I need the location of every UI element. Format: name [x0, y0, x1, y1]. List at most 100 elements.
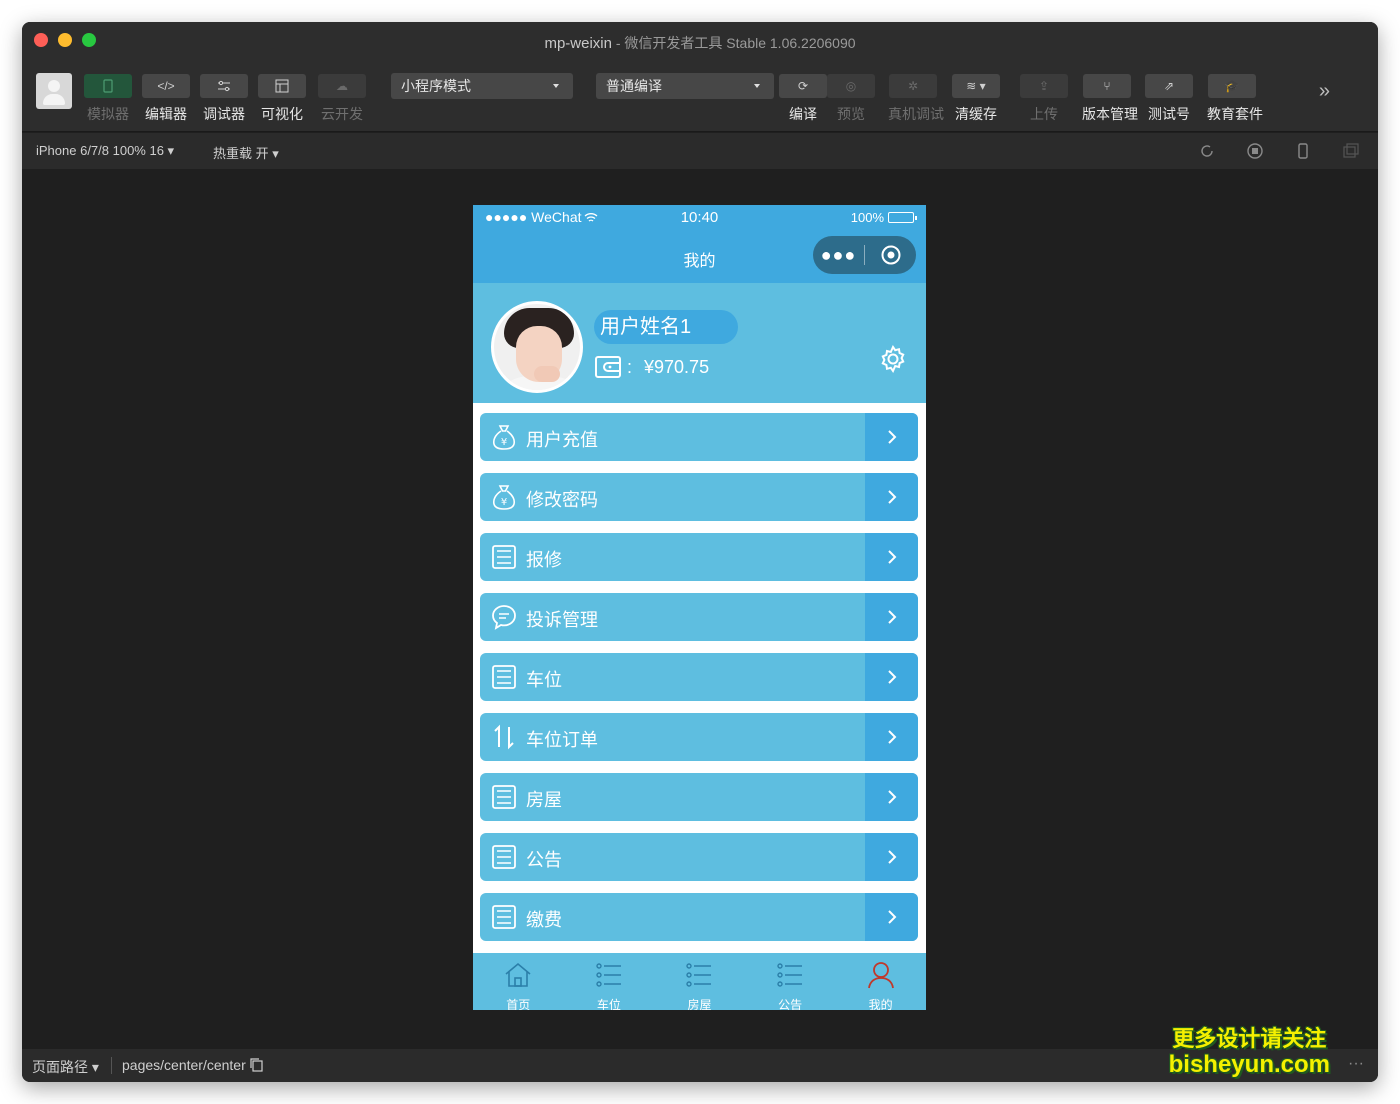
- svg-text:¥: ¥: [501, 497, 507, 508]
- tab-announcements[interactable]: 公告: [745, 953, 836, 1010]
- page-route: pages/center/center: [122, 1057, 264, 1073]
- cloud-icon: ☁: [318, 74, 366, 98]
- wallet-icon: [595, 356, 621, 378]
- menu-item-parking[interactable]: 车位: [480, 653, 918, 701]
- bottom-tab-bar: 首页 车位 房屋 公告 我的: [473, 953, 926, 1010]
- tab-home[interactable]: 首页: [473, 953, 564, 1010]
- battery-icon: [888, 212, 917, 223]
- username-label: 用户姓名1: [594, 310, 738, 344]
- menu-item-complaints[interactable]: 投诉管理: [480, 593, 918, 641]
- bug-icon: ✲: [889, 74, 937, 98]
- close-target-icon[interactable]: [865, 244, 916, 266]
- stop-icon[interactable]: [1246, 142, 1264, 160]
- eye-icon: ◎: [827, 74, 875, 98]
- external-link-icon: ⇗: [1145, 74, 1193, 98]
- chevron-right-icon: [865, 893, 918, 941]
- chevron-right-icon: [865, 473, 918, 521]
- window-detach-icon[interactable]: [1342, 142, 1360, 160]
- rotate-icon[interactable]: [1198, 142, 1216, 160]
- menu-item-announcements[interactable]: 公告: [480, 833, 918, 881]
- debugger-button[interactable]: 调试器: [199, 74, 249, 124]
- home-icon: [505, 962, 531, 987]
- menu-item-change-password[interactable]: ¥ 修改密码: [480, 473, 918, 521]
- sliders-icon: [200, 74, 248, 98]
- chat-bubble-icon: [492, 605, 516, 630]
- profile-header: 用户姓名1 : ¥970.75: [473, 283, 926, 403]
- user-avatar[interactable]: [491, 301, 583, 393]
- route-label-select[interactable]: 页面路径 ▾: [32, 1057, 99, 1077]
- simulator-button[interactable]: 模拟器: [83, 74, 133, 124]
- window-title: mp-weixin - 微信开发者工具 Stable 1.06.2206090: [544, 35, 856, 52]
- layers-icon: ≋ ▾: [952, 74, 1000, 98]
- battery-indicator: 100%: [851, 210, 917, 225]
- tab-housing[interactable]: 房屋: [654, 953, 745, 1010]
- menu-item-housing[interactable]: 房屋: [480, 773, 918, 821]
- tab-me[interactable]: 我的: [835, 953, 926, 1010]
- preview-button[interactable]: ◎ 预览: [826, 74, 876, 124]
- phone-status-bar: ●●●●● WeChat 10:40 100%: [473, 205, 926, 231]
- simulator-subbar: iPhone 6/7/8 100% 16 ▾ 热重载 开 ▾: [22, 133, 1378, 169]
- clear-cache-button[interactable]: ≋ ▾ 清缓存: [951, 74, 1001, 124]
- compile-button[interactable]: ⟳ 编译: [778, 74, 828, 124]
- list-icon: [596, 963, 621, 987]
- menu-item-payments[interactable]: 缴费: [480, 893, 918, 941]
- phone-screen: ●●●●● WeChat 10:40 100% 我的 ●●● 用户姓名1: ¥…: [473, 205, 926, 1010]
- title-bar: mp-weixin - 微信开发者工具 Stable 1.06.2206090: [22, 22, 1378, 60]
- list-icon: [777, 963, 803, 987]
- caret-down-icon: [553, 84, 559, 88]
- balance-row: : ¥970.75: [594, 355, 709, 379]
- device-select[interactable]: iPhone 6/7/8 100% 16 ▾: [36, 143, 174, 159]
- list-card-icon: [492, 545, 516, 569]
- user-icon: [867, 962, 894, 989]
- balance-value: ¥970.75: [644, 356, 710, 377]
- list-card-icon: [492, 665, 516, 689]
- visual-button[interactable]: 可视化: [257, 74, 307, 124]
- editor-button[interactable]: </> 编辑器: [141, 74, 191, 124]
- cloud-button[interactable]: ☁ 云开发: [317, 74, 367, 124]
- main-toolbar: 模拟器 </> 编辑器 调试器 可视化 ☁ 云开发 小程序模式 普通编译 ⟳ 编…: [22, 60, 1378, 132]
- tab-parking[interactable]: 车位: [564, 953, 655, 1010]
- compile-select[interactable]: 普通编译: [596, 73, 774, 99]
- chevron-right-icon: [865, 533, 918, 581]
- devtools-window: mp-weixin - 微信开发者工具 Stable 1.06.2206090 …: [22, 22, 1378, 1082]
- settings-gear-icon[interactable]: [878, 344, 908, 374]
- list-card-icon: [492, 785, 516, 809]
- money-bag-icon: ¥: [492, 425, 516, 450]
- mini-program-capsule: ●●●: [813, 236, 916, 274]
- chevron-right-icon: [865, 833, 918, 881]
- branch-icon: ⑂: [1083, 74, 1131, 98]
- test-account-button[interactable]: ⇗ 测试号: [1144, 74, 1194, 124]
- more-dots-icon[interactable]: ●●●: [813, 236, 864, 274]
- money-bag-icon: ¥: [492, 485, 516, 510]
- chevron-right-icon: [865, 773, 918, 821]
- device-icon[interactable]: [1294, 142, 1312, 160]
- copy-icon[interactable]: [250, 1058, 264, 1072]
- list-icon: [686, 963, 712, 987]
- chevron-right-icon: [865, 653, 918, 701]
- chevron-right-icon: [865, 593, 918, 641]
- list-card-icon: [492, 905, 516, 929]
- simulator-canvas: ●●●●● WeChat 10:40 100% 我的 ●●● 用户姓名1: ¥…: [22, 169, 1378, 1049]
- real-debug-button[interactable]: ✲ 真机调试: [888, 74, 944, 124]
- list-card-icon: [492, 845, 516, 869]
- menu-item-recharge[interactable]: ¥ 用户充值: [480, 413, 918, 461]
- upload-button[interactable]: ⇪ 上传: [1019, 74, 1069, 124]
- chevron-right-icon: [865, 713, 918, 761]
- account-avatar[interactable]: [36, 73, 72, 109]
- sort-arrows-icon: [494, 724, 514, 750]
- watermark: 更多设计请关注 bisheyun.com: [1168, 1026, 1330, 1078]
- hot-reload-select[interactable]: 热重载 开 ▾: [213, 143, 279, 162]
- upload-icon: ⇪: [1020, 74, 1068, 98]
- phone-icon: [84, 74, 132, 98]
- mode-select[interactable]: 小程序模式: [391, 73, 573, 99]
- more-chevrons-icon[interactable]: »: [1319, 80, 1330, 103]
- caret-down-icon: [754, 84, 760, 88]
- more-options-icon[interactable]: ···: [1348, 1055, 1364, 1073]
- refresh-icon: ⟳: [779, 74, 827, 98]
- menu-item-repair[interactable]: 报修: [480, 533, 918, 581]
- version-button[interactable]: ⑂ 版本管理: [1082, 74, 1138, 124]
- edu-button[interactable]: 🎓 教育套件: [1207, 74, 1263, 124]
- menu-item-parking-orders[interactable]: 车位订单: [480, 713, 918, 761]
- chevron-right-icon: [865, 413, 918, 461]
- phone-nav-bar: 我的 ●●●: [473, 231, 926, 283]
